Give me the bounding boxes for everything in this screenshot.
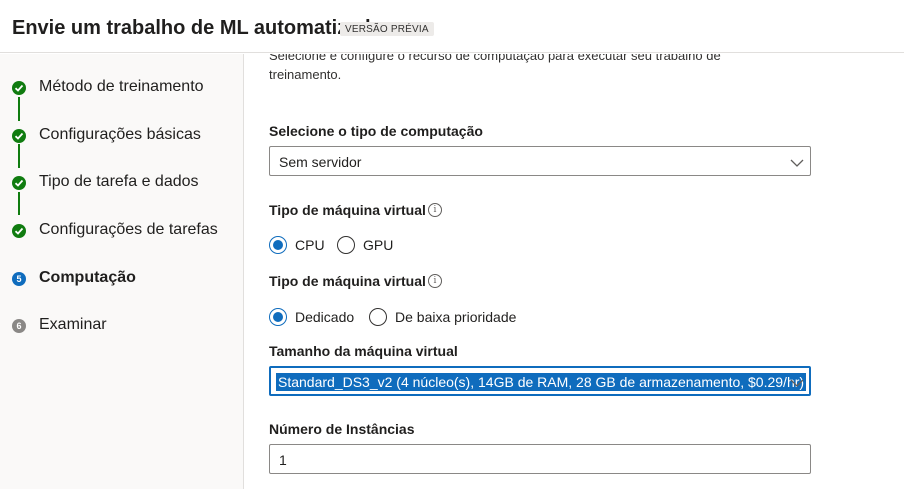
checkmark-icon [12,176,26,190]
step-connector [18,144,20,168]
step-connector [18,192,20,215]
compute-type-dropdown[interactable]: Sem servidor [269,146,811,176]
step-label: Examinar [39,316,107,333]
chevron-down-icon [790,375,804,393]
intro-text: Selecione e configure o recurso de compu… [269,54,721,82]
instances-label: Número de Instâncias [269,421,415,437]
vm-size-dropdown[interactable]: Standard_DS3_v2 (4 núcleo(s), 14GB de RA… [269,366,811,396]
vm-priority-label: Tipo de máquina virtual [269,273,426,289]
compute-type-label: Selecione o tipo de computação [269,123,483,139]
instances-value: 1 [279,452,287,468]
radio-label: Dedicado [295,309,355,325]
step-label: Configurações básicas [39,126,201,143]
radio-label: De baixa prioridade [395,309,517,325]
wizard-steps: Método de treinamento Configurações bási… [0,54,244,489]
step-label: Tipo de tarefa e dados [39,173,199,190]
checkmark-icon [12,129,26,143]
radio-indicator [269,236,287,254]
instances-input[interactable]: 1 [269,444,811,474]
vm-size-label: Tamanho da máquina virtual [269,343,458,359]
radio-label: CPU [295,237,325,253]
step-number-badge: 6 [12,319,26,333]
preview-badge: VERSÃO PRÉVIA [340,22,434,36]
compute-type-value: Sem servidor [279,154,362,170]
page-header: Envie um trabalho de ML automatizado VER… [0,0,904,53]
chevron-down-icon [790,155,804,173]
radio-indicator [369,308,387,326]
radio-label: GPU [363,237,394,253]
step-label: Método de treinamento [39,78,204,95]
info-icon[interactable]: i [428,203,442,217]
step-number-badge: 5 [12,272,26,286]
info-icon[interactable]: i [428,274,442,288]
checkmark-icon [12,81,26,95]
vm-type-label: Tipo de máquina virtual [269,202,426,218]
radio-indicator [337,236,355,254]
step-connector [18,97,20,121]
vm-size-value: Standard_DS3_v2 (4 núcleo(s), 14GB de RA… [276,373,807,391]
step-label: Configurações de tarefas [39,221,218,238]
radio-indicator [269,308,287,326]
step-label: Computação [39,269,136,286]
compute-form: Selecione e configure o recurso de compu… [245,54,904,489]
page-title: Envie um trabalho de ML automatizado [12,17,383,39]
checkmark-icon [12,224,26,238]
